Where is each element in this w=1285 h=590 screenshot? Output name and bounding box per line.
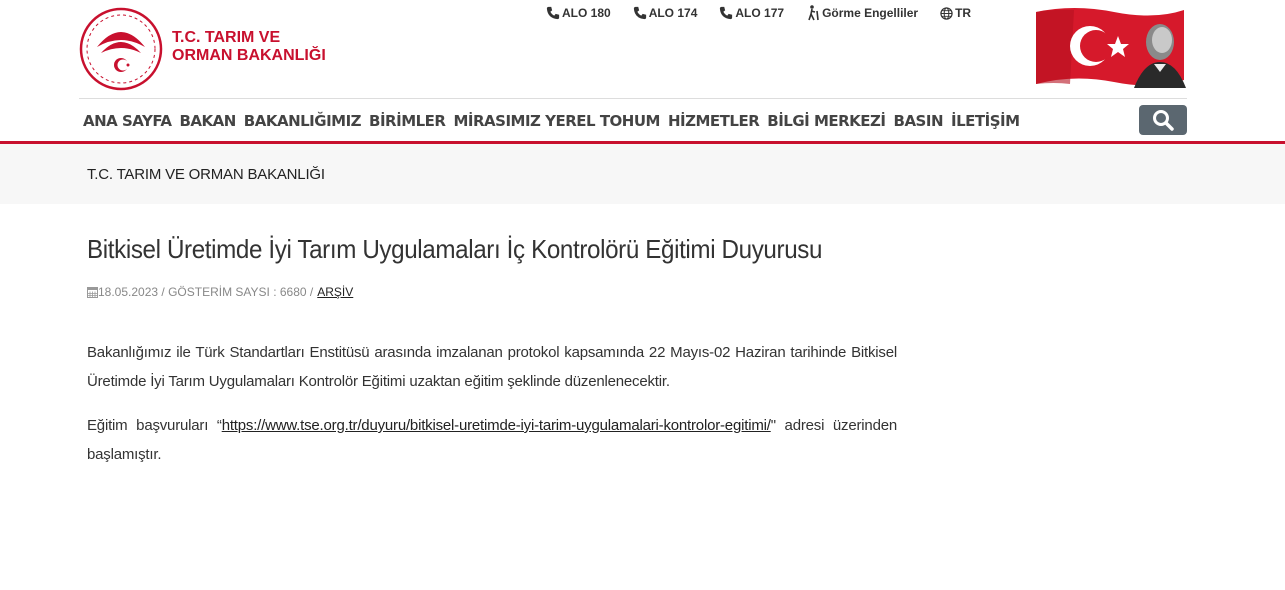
phone-icon [720, 6, 733, 20]
alo-174-link[interactable]: ALO 174 [633, 6, 698, 20]
phone-icon [546, 6, 560, 20]
alo-177-link[interactable]: ALO 177 [719, 6, 784, 20]
nav-item-info-center[interactable]: BİLGİ MERKEZİ [763, 112, 889, 130]
article-paragraph-2: Eğitim başvuruları “https://www.tse.org.… [87, 411, 897, 469]
nav-item-ministry[interactable]: BAKANLIĞIMIZ [240, 112, 365, 130]
turkish-flag-ataturk-image [1036, 8, 1186, 88]
search-button[interactable] [1139, 105, 1187, 135]
nav-item-local-seeds[interactable]: MİRASIMIZ YEREL TOHUM [449, 112, 664, 130]
nav-item-home[interactable]: ANA SAYFA [79, 112, 175, 130]
top-links-bar: ALO 180 ALO 174 ALO 177 Görme Engelliler… [546, 5, 993, 21]
nav-item-services[interactable]: HİZMETLER [664, 112, 763, 130]
article-title: Bitkisel Üretimde İyi Tarım Uygulamaları… [87, 234, 823, 264]
article-body: Bakanlığımız ile Türk Standartları Ensti… [87, 338, 897, 484]
language-label: TR [955, 6, 972, 20]
ministry-name[interactable]: T.C. TARIM VE ORMAN BAKANLIĞI [172, 29, 342, 65]
breadcrumb-band: T.C. TARIM VE ORMAN BAKANLIĞI [0, 144, 1285, 204]
nav-item-units[interactable]: BİRİMLER [365, 112, 449, 130]
main-nav: ANA SAYFA BAKAN BAKANLIĞIMIZ BİRİMLER Mİ… [79, 101, 1187, 141]
meta-separator: / [158, 285, 169, 299]
ministry-name-line2: ORMAN BAKANLIĞI [172, 47, 326, 64]
paragraph-2-lead: Eğitim başvuruları “ [87, 417, 222, 434]
tse-application-link[interactable]: https://www.tse.org.tr/duyuru/bitkisel-u… [222, 417, 771, 434]
phone-icon [633, 6, 646, 20]
search-icon [1153, 110, 1174, 131]
article-paragraph-1: Bakanlığımız ile Türk Standartları Ensti… [87, 344, 897, 390]
visually-impaired-link[interactable]: Görme Engelliler [806, 5, 918, 21]
alo-180-label: ALO 180 [562, 6, 611, 20]
article-date: 18.05.2023 [98, 285, 159, 299]
alo-177-label: ALO 177 [735, 6, 785, 20]
archive-link[interactable]: ARŞİV [317, 285, 353, 299]
ministry-logo-icon[interactable] [79, 7, 163, 91]
alo-174-label: ALO 174 [648, 6, 698, 20]
alo-180-link[interactable]: ALO 180 [546, 6, 611, 20]
breadcrumb[interactable]: T.C. TARIM VE ORMAN BAKANLIĞI [87, 166, 325, 183]
meta-separator: / [306, 285, 314, 299]
site-header: T.C. TARIM VE ORMAN BAKANLIĞI ALO 180 AL… [0, 0, 1285, 98]
nav-item-contact[interactable]: İLETİŞİM [947, 112, 1024, 130]
globe-icon [940, 6, 953, 20]
accessibility-icon [808, 5, 819, 21]
article-meta: 18.05.2023 / GÖSTERİM SAYSI : 6680 / ARŞ… [87, 285, 353, 299]
main-nav-list: ANA SAYFA BAKAN BAKANLIĞIMIZ BİRİMLER Mİ… [79, 101, 1187, 141]
nav-item-press[interactable]: BASIN [890, 112, 947, 130]
nav-item-minister[interactable]: BAKAN [175, 112, 239, 130]
header-divider [79, 98, 1187, 99]
language-link[interactable]: TR [940, 6, 971, 20]
visually-impaired-label: Görme Engelliler [822, 6, 919, 20]
article-view-count: GÖSTERİM SAYSI : 6680 [168, 285, 307, 299]
calendar-icon [87, 287, 98, 298]
ministry-name-line1: T.C. TARIM VE [172, 29, 281, 46]
